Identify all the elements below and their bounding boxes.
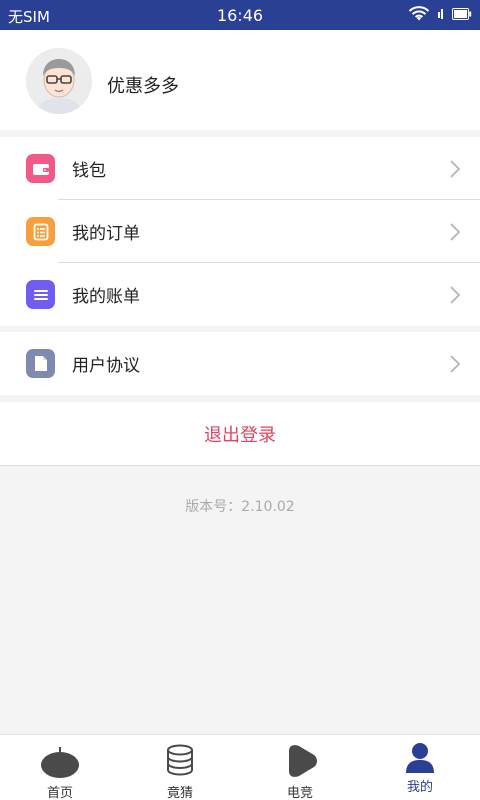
coins-icon bbox=[167, 744, 193, 776]
bill-icon bbox=[26, 280, 55, 309]
bottom-tab-bar: 首页 竟猜 电竞 我的 bbox=[0, 734, 480, 800]
chevron-right-icon bbox=[450, 222, 461, 241]
menu-item-label: 用户协议 bbox=[72, 356, 140, 376]
wifi-icon bbox=[408, 6, 430, 21]
tab-mine[interactable]: 我的 bbox=[360, 735, 480, 800]
menu-item-label: 我的订单 bbox=[72, 224, 140, 244]
battery-icon bbox=[452, 8, 472, 20]
avatar[interactable] bbox=[26, 48, 92, 114]
profile-name: 优惠多多 bbox=[107, 76, 179, 97]
tab-esports[interactable]: 电竞 bbox=[240, 735, 360, 800]
menu-item-wallet[interactable]: 钱包 bbox=[0, 137, 480, 200]
status-icons bbox=[408, 6, 472, 22]
menu-item-label: 钱包 bbox=[72, 161, 106, 181]
tab-label: 首页 bbox=[46, 786, 73, 800]
menu-item-user-agreement[interactable]: 用户协议 bbox=[0, 332, 480, 395]
menu-group-legal: 用户协议 bbox=[0, 332, 480, 395]
user-icon bbox=[406, 743, 434, 773]
chevron-right-icon bbox=[450, 354, 461, 373]
version-text: 版本号：2.10.02 bbox=[185, 499, 295, 515]
profile-header[interactable]: 优惠多多 bbox=[0, 30, 480, 130]
chevron-right-icon bbox=[450, 285, 461, 304]
avatar-illustration bbox=[26, 48, 92, 114]
logout-button[interactable]: 退出登录 bbox=[0, 402, 480, 466]
menu-item-my-orders[interactable]: 我的订单 bbox=[0, 200, 480, 263]
tab-label: 我的 bbox=[406, 780, 433, 795]
status-bar: 无SIM 16:46 bbox=[0, 0, 480, 30]
menu-item-my-bills[interactable]: 我的账单 bbox=[0, 263, 480, 326]
document-icon bbox=[26, 349, 55, 378]
play-icon bbox=[289, 745, 317, 777]
tab-home[interactable]: 首页 bbox=[0, 735, 120, 800]
menu-group-account: 钱包 我的订单 我的账单 bbox=[0, 137, 480, 326]
chevron-right-icon bbox=[450, 159, 461, 178]
wallet-icon bbox=[26, 154, 55, 183]
home-icon bbox=[41, 747, 79, 778]
logout-label: 退出登录 bbox=[204, 424, 276, 446]
tab-label: 电竞 bbox=[286, 786, 313, 800]
signal-icon bbox=[438, 9, 443, 19]
tab-quiz[interactable]: 竟猜 bbox=[120, 735, 240, 800]
menu-item-label: 我的账单 bbox=[72, 287, 140, 307]
order-list-icon bbox=[26, 217, 55, 246]
tab-label: 竟猜 bbox=[166, 786, 193, 800]
